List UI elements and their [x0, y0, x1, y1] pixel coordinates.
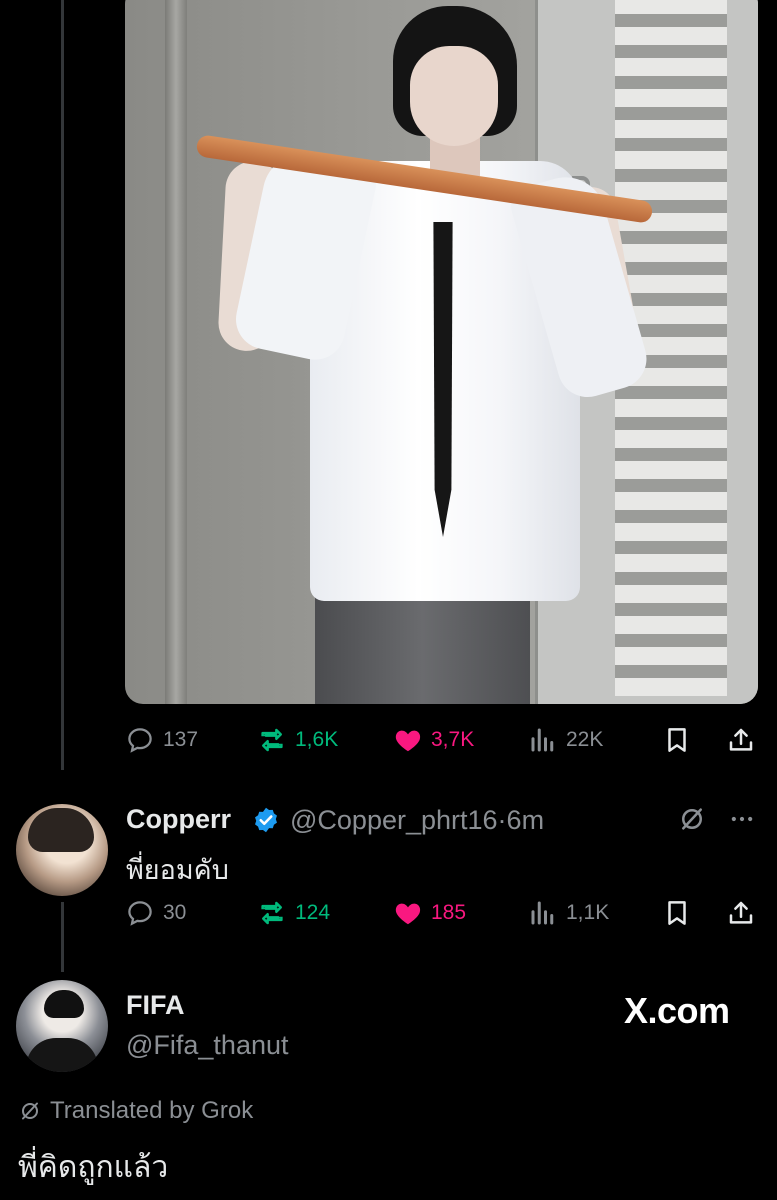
views-count: 1,1K [566, 901, 610, 924]
views-button[interactable]: 1,1K [528, 898, 609, 928]
author-name[interactable]: FIFA [126, 990, 185, 1021]
translated-label: Translated by Grok [50, 1097, 254, 1124]
share-button[interactable] [726, 725, 756, 755]
grok-icon [22, 1102, 38, 1120]
reply-author-name[interactable]: Copperr [126, 804, 231, 835]
share-icon [729, 901, 753, 924]
thread-connector-line [61, 902, 64, 972]
reply-time[interactable]: 6m [507, 805, 545, 835]
reply-button[interactable]: 30 [125, 898, 186, 928]
avatar[interactable] [16, 980, 108, 1072]
repost-button[interactable]: 1,6K [257, 725, 338, 755]
share-icon [729, 728, 753, 751]
repost-count: 1,6K [295, 728, 339, 751]
repost-arrows-icon [261, 728, 283, 752]
post-action-bar: 137 1,6K 3,7K 22K [125, 720, 758, 760]
repost-arrows-icon [261, 901, 283, 925]
speech-bubble-icon [128, 728, 152, 753]
reply-button[interactable]: 137 [125, 725, 198, 755]
views-button[interactable]: 22K [528, 725, 603, 755]
reply-text: พี่ยอมคับ [126, 855, 229, 885]
heart-icon [395, 730, 421, 752]
reply-action-bar: 30 124 185 1,1K [125, 893, 758, 933]
avatar[interactable] [16, 804, 108, 896]
grok-icon[interactable] [677, 804, 707, 834]
thread-connector-line [61, 0, 64, 770]
bookmark-icon [668, 901, 686, 925]
avatar-jacket [26, 1038, 98, 1072]
reply-count: 30 [163, 901, 187, 924]
bookmark-button[interactable] [662, 898, 692, 928]
reply-author-handle[interactable]: @Copper_phrt16 [290, 805, 498, 835]
avatar-hair [44, 990, 84, 1018]
bar-chart-icon [531, 901, 554, 925]
heart-icon [395, 903, 421, 925]
translated-by-grok[interactable]: Translated by Grok [18, 1097, 253, 1125]
repost-count: 124 [295, 901, 331, 924]
bar-chart-icon [531, 728, 554, 752]
post-text: พี่คิดถูกแล้ว [18, 1151, 169, 1184]
more-dots-icon[interactable] [728, 805, 756, 833]
like-button[interactable]: 185 [393, 898, 466, 928]
verified-badge-icon [255, 807, 277, 833]
like-count: 3,7K [431, 728, 475, 751]
views-count: 22K [566, 728, 604, 751]
avatar-hair [28, 808, 94, 852]
bookmark-icon [668, 728, 686, 752]
x-com-watermark: X.com [624, 990, 730, 1031]
like-count: 185 [431, 901, 467, 924]
post-photo[interactable] [125, 0, 758, 704]
bookmark-button[interactable] [662, 725, 692, 755]
repost-button[interactable]: 124 [257, 898, 330, 928]
photo-wall [165, 0, 187, 704]
reply-meta: @Copper_phrt16·6m [290, 805, 544, 836]
like-button[interactable]: 3,7K [393, 725, 474, 755]
author-handle[interactable]: @Fifa_thanut [126, 1030, 289, 1061]
photo-person-face [410, 46, 498, 146]
speech-bubble-icon [128, 901, 152, 926]
meta-separator: · [497, 805, 507, 835]
reply-count: 137 [163, 728, 199, 751]
share-button[interactable] [726, 898, 756, 928]
